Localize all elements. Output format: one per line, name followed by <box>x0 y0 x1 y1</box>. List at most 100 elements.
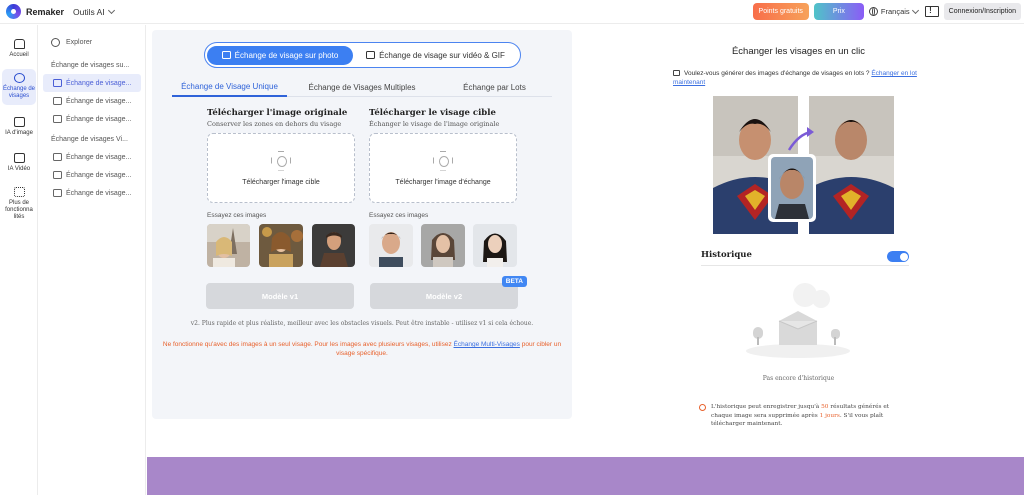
image-icon <box>53 79 62 87</box>
subnav-label: Échange de visages su... <box>51 61 130 69</box>
subnav-item-gif[interactable]: Échange de visage... <box>39 184 145 202</box>
face-scan-icon <box>271 151 291 171</box>
layers-icon <box>673 70 680 77</box>
subnav-group-photo[interactable]: Échange de visages su... <box>39 56 145 74</box>
history-toggle[interactable] <box>887 251 909 262</box>
tab-single-face[interactable]: Échange de Visage Unique <box>172 77 287 97</box>
original-subtitle: Conserver les zones en dehors du visage <box>207 120 342 128</box>
history-info: L'historique peut enregistrer jusqu'à 50… <box>699 403 911 429</box>
original-dropzone[interactable]: Télécharger l'image cible <box>207 133 355 203</box>
rail-item-label: Échange de visages <box>2 86 36 100</box>
single-face-warning: Ne fonctionne qu'avec des images à un se… <box>162 340 562 358</box>
subnav-item-batch[interactable]: Échange de visage... <box>39 110 145 128</box>
demo-illustration <box>713 96 894 234</box>
mode-photo-label: Échange de visage sur photo <box>234 50 339 60</box>
tab-multi-face[interactable]: Échange de Visages Multiples <box>287 77 437 97</box>
rail-item-image-ai[interactable]: IA d'image <box>2 113 36 141</box>
target-subtitle: Échanger le visage de l'image originale <box>369 120 500 128</box>
price-button[interactable]: Prix <box>813 3 864 20</box>
subnav-explore[interactable]: Explorer <box>39 33 145 51</box>
swap-tabs: Échange de Visage Unique Échange de Visa… <box>172 77 552 97</box>
subnav-group-video[interactable]: Échange de visages Vi... <box>39 130 145 148</box>
footer-banner <box>147 457 1024 495</box>
result-panel: Échanger les visages en un clic Voulez-v… <box>573 25 1024 455</box>
warning-text: Ne fonctionne qu'avec des images à un se… <box>162 341 454 348</box>
mode-video-button[interactable]: Échange de visage sur vidéo & GIF <box>353 51 518 60</box>
subnav-item-single-face[interactable]: Échange de visage... <box>43 74 141 92</box>
target-samples <box>369 224 517 267</box>
promo-text: Voulez-vous générer des images d'échange… <box>684 70 870 77</box>
subnav-label: Échange de visage... <box>66 171 132 179</box>
info-days: 1 jours <box>819 412 840 419</box>
remaker-logo-icon <box>6 4 21 19</box>
tools-menu-label: Outils AI <box>73 6 105 17</box>
sample-face-woman-1[interactable] <box>421 224 465 267</box>
subnav-label: Échange de visage... <box>66 115 132 123</box>
sample-face-man[interactable] <box>369 224 413 267</box>
target-dropzone[interactable]: Télécharger l'image d'échange <box>369 133 517 203</box>
batch-promo: Voulez-vous générer des images d'échange… <box>673 69 943 87</box>
info-icon <box>699 404 706 411</box>
history-title: Historique <box>701 250 752 260</box>
left-rail: Accueil Échange de visages IA d'image IA… <box>0 25 38 495</box>
rail-item-label: Plus de fonctionna lités <box>5 199 33 221</box>
image-ai-icon <box>13 116 25 127</box>
target-try-label: Essayez ces images <box>369 212 429 219</box>
feedback-icon[interactable] <box>923 4 939 20</box>
rail-item-label: IA Vidéo <box>7 165 31 172</box>
free-points-button[interactable]: Points gratuits <box>752 3 809 20</box>
video-icon <box>53 153 62 161</box>
gif-icon <box>53 189 62 197</box>
compass-icon <box>51 37 60 47</box>
chevron-down-icon <box>911 6 919 14</box>
target-upload-section: Télécharger le visage cible Échanger le … <box>369 108 517 267</box>
tab-batch[interactable]: Échange par Lots <box>437 77 552 97</box>
rail-item-home[interactable]: Accueil <box>2 35 36 63</box>
multi-video-icon <box>53 171 62 179</box>
rail-item-label: Accueil <box>9 52 29 58</box>
original-title: Télécharger l'image originale <box>207 108 348 118</box>
subnav-label: Échange de visages Vi... <box>51 135 128 143</box>
original-upload-section: Télécharger l'image originale Conserver … <box>207 108 355 267</box>
video-ai-icon <box>13 152 25 163</box>
rail-item-face-swap[interactable]: Échange de visages <box>2 69 36 105</box>
mode-video-label: Échange de visage sur vidéo & GIF <box>379 50 505 60</box>
language-selector[interactable]: Français <box>868 6 919 16</box>
subnav-item-video-multi[interactable]: Échange de visage... <box>39 166 145 184</box>
globe-icon <box>868 7 878 16</box>
subnav-label: Explorer <box>66 38 93 46</box>
rail-item-more[interactable]: Plus de fonctionna lités <box>2 183 36 226</box>
empty-box-illustration <box>743 281 853 361</box>
login-button[interactable]: Connexion/Inscription <box>943 3 1021 20</box>
sample-image-woman-floral[interactable] <box>259 224 303 267</box>
subnav-item-video[interactable]: Échange de visage... <box>39 148 145 166</box>
video-icon <box>366 51 376 59</box>
more-features-icon <box>13 186 25 197</box>
logo[interactable]: Remaker <box>6 4 64 19</box>
secondary-nav: Explorer Échange de visages su... Échang… <box>39 25 146 495</box>
model-v2-label: Modèle v2 <box>425 291 463 301</box>
subnav-label: Échange de visage... <box>66 189 132 197</box>
subnav-item-multi-face[interactable]: Échange de visage... <box>39 92 145 110</box>
subnav-label: Échange de visage... <box>66 153 132 161</box>
original-try-label: Essayez ces images <box>207 212 267 219</box>
face-swap-panel: Échange de visage sur photo Échange de v… <box>152 30 572 419</box>
subnav-label: Échange de visage... <box>66 79 132 87</box>
model-v2-button[interactable]: Modèle v2 BETA <box>370 276 527 309</box>
brand-name: Remaker <box>26 6 65 17</box>
mode-photo-button[interactable]: Échange de visage sur photo <box>207 45 353 65</box>
original-samples <box>207 224 355 267</box>
face-swap-icon <box>13 73 25 84</box>
original-drop-label: Télécharger l'image cible <box>242 178 320 186</box>
rail-item-video-ai[interactable]: IA Vidéo <box>2 149 36 177</box>
top-bar: Remaker Outils AI Points gratuits Prix F… <box>0 0 1024 24</box>
multi-face-link[interactable]: Échange Multi-Visages <box>454 341 520 348</box>
tools-menu[interactable]: Outils AI <box>73 6 115 17</box>
model-v1-button[interactable]: Modèle v1 <box>206 283 354 309</box>
sample-image-eiffel[interactable] <box>207 224 251 267</box>
sample-image-man-suit[interactable] <box>311 224 355 267</box>
sample-face-woman-2[interactable] <box>473 224 517 267</box>
beta-badge: BETA <box>501 276 527 287</box>
rail-item-label: IA d'image <box>5 129 33 136</box>
multi-face-icon <box>53 97 62 105</box>
